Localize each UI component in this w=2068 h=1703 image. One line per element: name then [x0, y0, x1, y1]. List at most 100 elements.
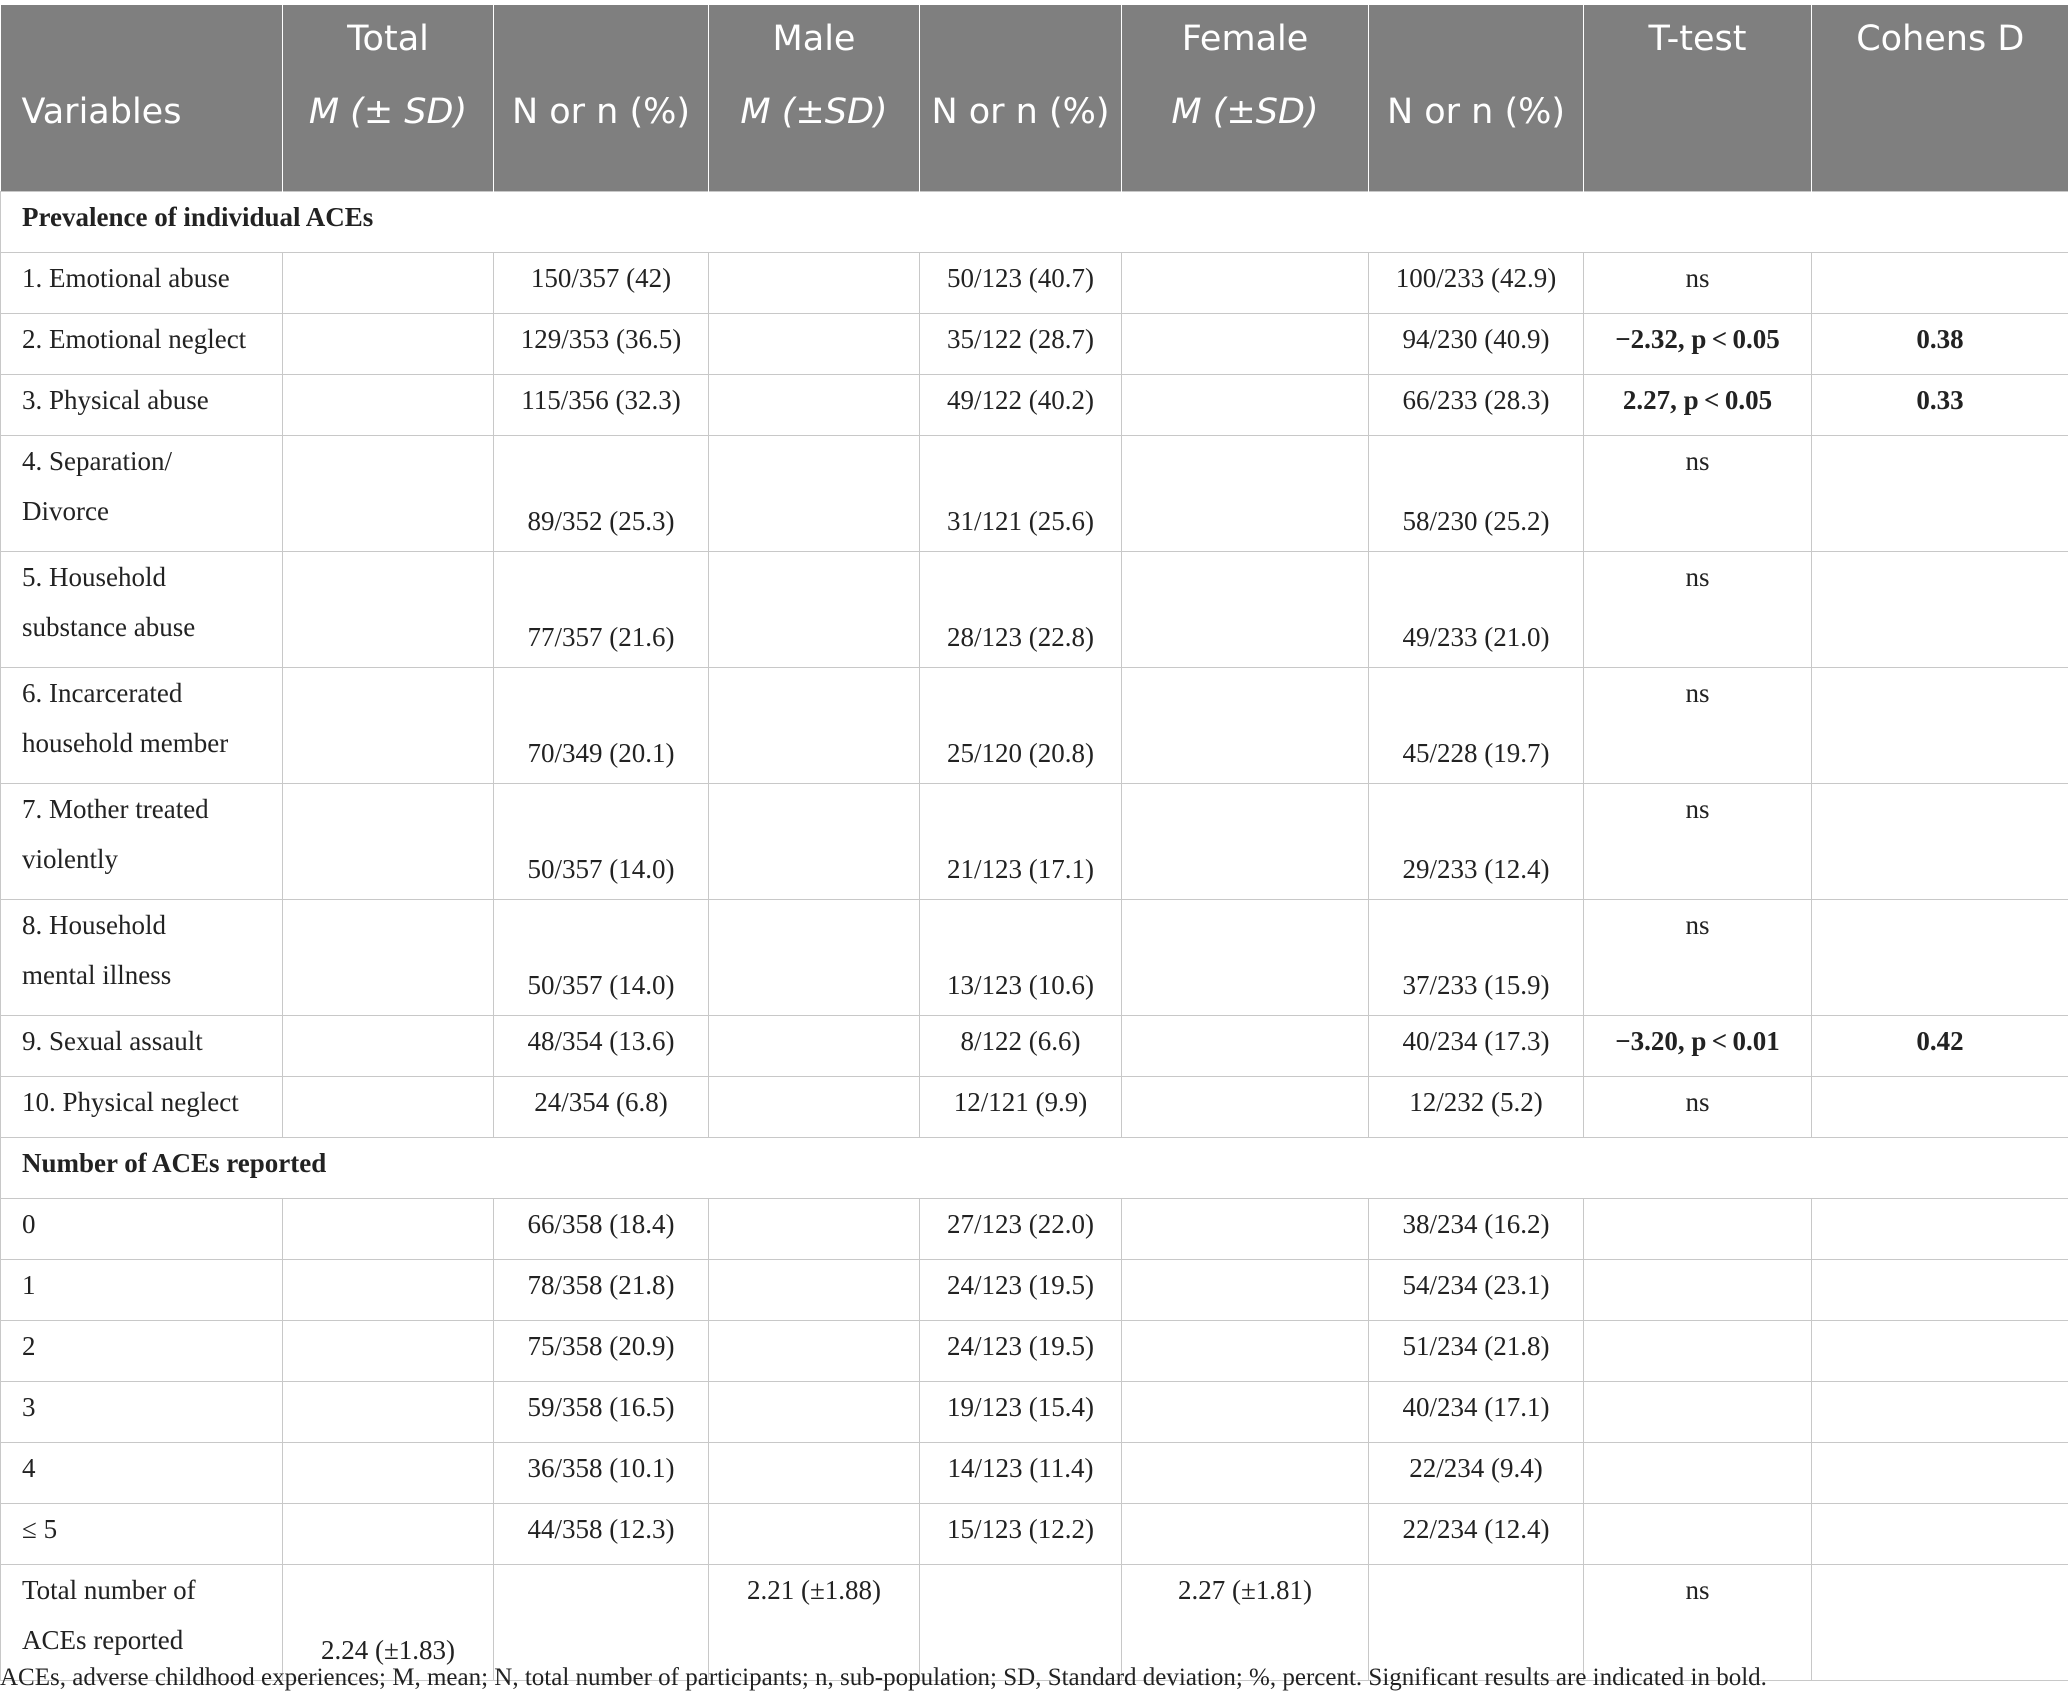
- cohens-d-value: 0.38: [1811, 313, 2068, 375]
- table-header: Total Male Female T-test Cohens D Variab…: [0, 5, 2068, 192]
- row-label: 3: [0, 1381, 283, 1443]
- total-mean: [282, 435, 494, 552]
- section-row: Number of ACEs reported: [0, 1137, 2068, 1199]
- table-row: 1 78/358 (21.8) 24/123 (19.5) 54/234 (23…: [0, 1259, 2068, 1321]
- header-cohens-d: Cohens D: [1811, 5, 2068, 83]
- header-blank: [1583, 83, 1812, 192]
- ttest-value: ns: [1583, 1076, 1812, 1138]
- female-n: 12/232 (5.2): [1368, 1076, 1584, 1138]
- total-mean: [282, 1198, 494, 1260]
- female-mean: [1121, 551, 1369, 668]
- total-n: 150/357 (42): [493, 252, 709, 314]
- total-mean: [282, 1320, 494, 1382]
- total-n: 115/356 (32.3): [493, 374, 709, 436]
- male-mean: [708, 1015, 920, 1077]
- female-n: 51/234 (21.8): [1368, 1320, 1584, 1382]
- total-mean: [282, 783, 494, 900]
- total-mean: [282, 374, 494, 436]
- cohens-d-value: [1811, 899, 2068, 1016]
- ttest-value: ns: [1583, 783, 1812, 900]
- male-n: 28/123 (22.8): [919, 551, 1122, 668]
- header-male-n: N or n (%): [919, 83, 1122, 192]
- cohens-d-value: [1811, 551, 2068, 668]
- total-n: 75/358 (20.9): [493, 1320, 709, 1382]
- total-n: 48/354 (13.6): [493, 1015, 709, 1077]
- table-row: 8. Household mental illness 50/357 (14.0)…: [0, 899, 2068, 1016]
- total-mean: [282, 899, 494, 1016]
- male-mean: [708, 1503, 920, 1565]
- male-mean: [708, 1198, 920, 1260]
- male-n: 8/122 (6.6): [919, 1015, 1122, 1077]
- ttest-value: [1583, 1198, 1812, 1260]
- total-n: 50/357 (14.0): [493, 783, 709, 900]
- ttest-value: [1583, 1503, 1812, 1565]
- header-blank: [919, 5, 1122, 83]
- total-mean: [282, 313, 494, 375]
- ttest-value: [1583, 1259, 1812, 1321]
- female-mean: [1121, 1503, 1369, 1565]
- female-mean: [1121, 1320, 1369, 1382]
- cohens-d-value: [1811, 1076, 2068, 1138]
- cohens-d-value: [1811, 783, 2068, 900]
- total-mean: [282, 1076, 494, 1138]
- row-label: 3. Physical abuse: [0, 374, 283, 436]
- total-n: 70/349 (20.1): [493, 667, 709, 784]
- total-n: 44/358 (12.3): [493, 1503, 709, 1565]
- male-n: 13/123 (10.6): [919, 899, 1122, 1016]
- ttest-value: ns: [1583, 435, 1812, 552]
- female-mean: [1121, 313, 1369, 375]
- header-total-mean: M (± SD): [282, 83, 494, 192]
- male-mean: [708, 374, 920, 436]
- header-total-n: N or n (%): [493, 83, 709, 192]
- row-label: 7. Mother treated violently: [0, 783, 283, 900]
- cohens-d-value: 0.33: [1811, 374, 2068, 436]
- female-n: 45/228 (19.7): [1368, 667, 1584, 784]
- total-mean: [282, 1503, 494, 1565]
- female-mean: [1121, 899, 1369, 1016]
- male-n: 25/120 (20.8): [919, 667, 1122, 784]
- header-blank: [1368, 5, 1584, 83]
- table-row: 3 59/358 (16.5) 19/123 (15.4) 40/234 (17…: [0, 1381, 2068, 1443]
- table-row: 7. Mother treated violently 50/357 (14.0)…: [0, 783, 2068, 900]
- male-mean: [708, 1442, 920, 1504]
- table-row: 6. Incarcerated household member 70/349 (…: [0, 667, 2068, 784]
- row-label: 1: [0, 1259, 283, 1321]
- header-female-n: N or n (%): [1368, 83, 1584, 192]
- row-label: 6. Incarcerated household member: [0, 667, 283, 784]
- total-n: 129/353 (36.5): [493, 313, 709, 375]
- total-mean: [282, 1442, 494, 1504]
- header-variables: Variables: [0, 83, 283, 192]
- header-blank: [493, 5, 709, 83]
- female-mean: [1121, 1442, 1369, 1504]
- table-row: 0 66/358 (18.4) 27/123 (22.0) 38/234 (16…: [0, 1198, 2068, 1260]
- ttest-value: −3.20, p < 0.01: [1583, 1015, 1812, 1077]
- header-total: Total: [282, 5, 494, 83]
- total-mean: [282, 1015, 494, 1077]
- female-n: 40/234 (17.3): [1368, 1015, 1584, 1077]
- male-n: 35/122 (28.7): [919, 313, 1122, 375]
- header-ttest: T-test: [1583, 5, 1812, 83]
- cohens-d-value: [1811, 1259, 2068, 1321]
- header-male: Male: [708, 5, 920, 83]
- row-label: 5. Household substance abuse: [0, 551, 283, 668]
- ttest-value: [1583, 1381, 1812, 1443]
- cohens-d-value: [1811, 1442, 2068, 1504]
- header-blank: [1811, 83, 2068, 192]
- ttest-value: [1583, 1442, 1812, 1504]
- male-n: 15/123 (12.2): [919, 1503, 1122, 1565]
- male-mean: [708, 435, 920, 552]
- table-row: 9. Sexual assault 48/354 (13.6) 8/122 (6…: [0, 1015, 2068, 1077]
- cohens-d-value: [1811, 435, 2068, 552]
- female-mean: [1121, 667, 1369, 784]
- table-row: 4 36/358 (10.1) 14/123 (11.4) 22/234 (9.…: [0, 1442, 2068, 1504]
- female-n: 58/230 (25.2): [1368, 435, 1584, 552]
- table-row: 3. Physical abuse 115/356 (32.3) 49/122 …: [0, 374, 2068, 436]
- table-footnote: ACEs, adverse childhood experiences; M, …: [0, 1664, 1767, 1691]
- row-label: 8. Household mental illness: [0, 899, 283, 1016]
- female-mean: [1121, 435, 1369, 552]
- female-n: 37/233 (15.9): [1368, 899, 1584, 1016]
- header-male-mean: M (±SD): [708, 83, 920, 192]
- ttest-value: ns: [1583, 252, 1812, 314]
- male-mean: [708, 1076, 920, 1138]
- cohens-d-value: [1811, 1503, 2068, 1565]
